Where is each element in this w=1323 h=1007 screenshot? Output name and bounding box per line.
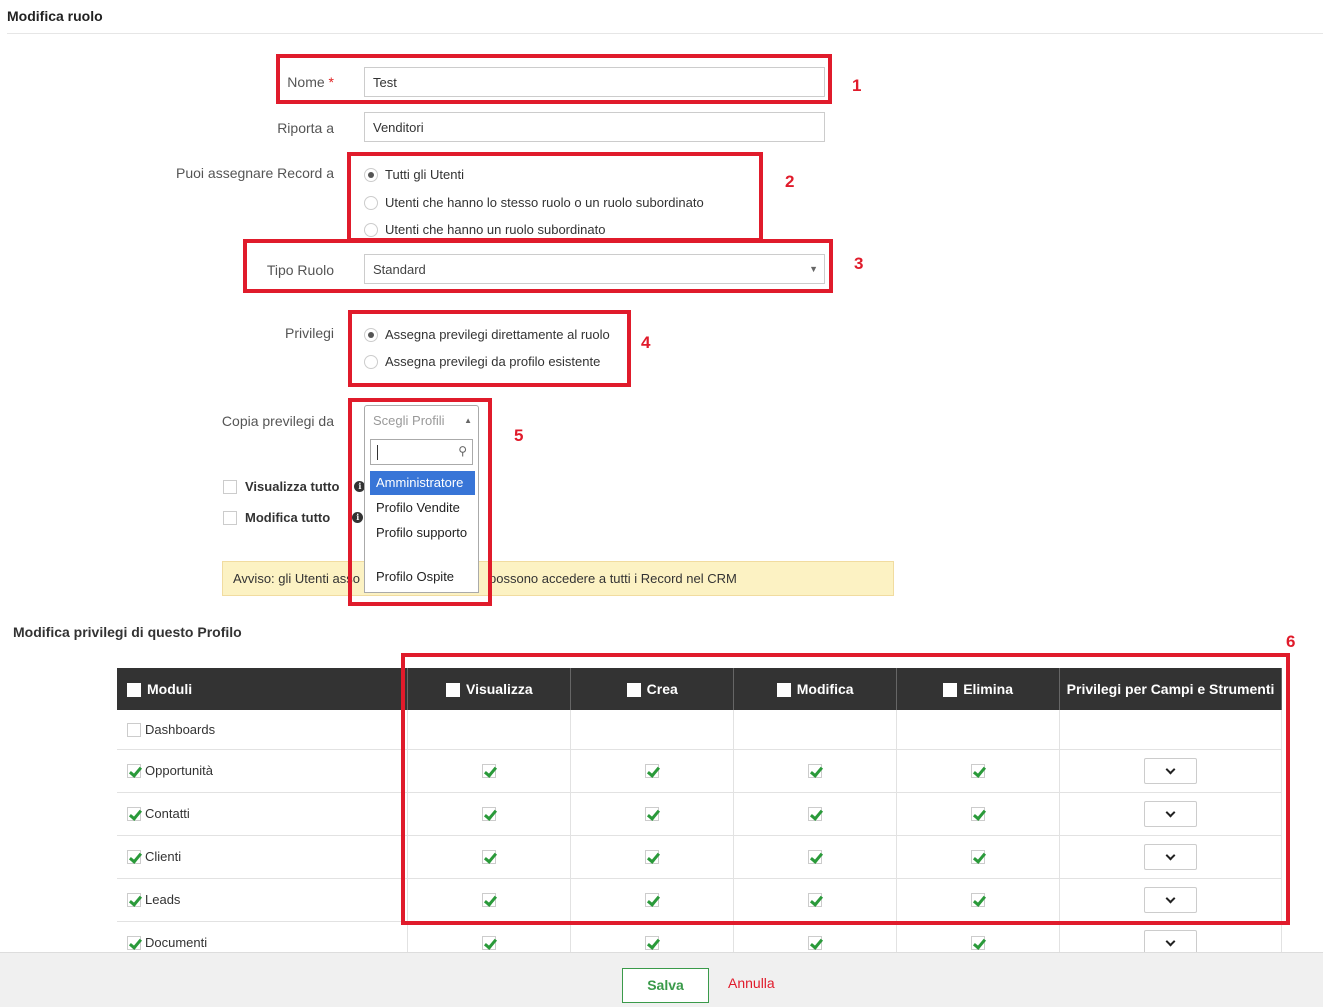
- module-name: Dashboards: [145, 722, 216, 738]
- reports-to-label: Riporta a: [277, 120, 334, 136]
- module-cell: Clienti: [117, 835, 409, 879]
- module-cell: Contatti: [117, 792, 409, 836]
- module-checkbox[interactable]: [127, 936, 141, 951]
- cancel-link[interactable]: Annulla: [728, 975, 775, 991]
- col-header-modules: Moduli: [117, 668, 409, 710]
- edit-checkbox[interactable]: [808, 936, 823, 951]
- view-all-checkbox[interactable]: [223, 479, 237, 494]
- page-title: Modifica ruolo: [7, 8, 103, 24]
- edit-all-row: Modifica tutto i: [223, 510, 364, 525]
- module-name: Documenti: [145, 935, 208, 951]
- callout-4: 4: [641, 333, 651, 352]
- module-checkbox[interactable]: [127, 893, 141, 908]
- module-checkbox[interactable]: [127, 722, 141, 737]
- callout-5: 5: [514, 426, 524, 445]
- annotation-box-1: [276, 54, 832, 104]
- profile-section-title: Modifica privilegi di questo Profilo: [13, 624, 242, 640]
- annotation-box-4: [348, 310, 631, 387]
- callout-6: 6: [1286, 632, 1296, 651]
- callout-3: 3: [854, 254, 864, 273]
- edit-all-checkbox[interactable]: [223, 510, 237, 525]
- callout-1: 1: [852, 76, 862, 95]
- module-name: Leads: [145, 892, 181, 908]
- annotation-box-6: [401, 653, 1290, 925]
- assign-records-label: Puoi assegnare Record a: [176, 165, 334, 181]
- delete-checkbox[interactable]: [971, 936, 986, 951]
- warning-text: Avviso: gli Utenti asso: [233, 571, 360, 586]
- module-cell: Leads: [117, 878, 409, 922]
- reports-to-input[interactable]: Venditori: [364, 112, 825, 142]
- annotation-box-3: [243, 239, 833, 293]
- module-cell: Dashboards: [117, 710, 409, 750]
- warning-alert: Avviso: gli Utenti asso possono accedere…: [222, 561, 894, 596]
- view-all-row: Visualizza tutto i: [223, 479, 366, 494]
- module-checkbox[interactable]: [127, 807, 141, 822]
- module-checkbox[interactable]: [127, 850, 141, 865]
- annotation-box-5: [348, 398, 492, 606]
- module-checkbox[interactable]: [127, 764, 141, 779]
- edit-all-label: Modifica tutto: [245, 510, 331, 525]
- callout-2: 2: [785, 172, 795, 191]
- module-name: Opportunità: [145, 763, 213, 779]
- annotation-box-2: [347, 152, 763, 242]
- save-button[interactable]: Salva: [622, 968, 709, 1003]
- warning-text-tail: possono accedere a tutti i Record nel CR…: [489, 571, 737, 586]
- title-divider: [7, 33, 1323, 34]
- module-name: Clienti: [145, 849, 182, 865]
- footer-bar: Salva Annulla: [0, 952, 1323, 1007]
- module-cell: Opportunità: [117, 749, 409, 793]
- view-checkbox[interactable]: [482, 936, 497, 951]
- privileges-label: Privilegi: [284, 325, 334, 341]
- select-all-modules-checkbox[interactable]: [127, 683, 141, 698]
- module-name: Contatti: [145, 806, 190, 822]
- view-all-label: Visualizza tutto: [245, 479, 340, 494]
- copy-from-label: Copia previlegi da: [221, 413, 334, 429]
- create-checkbox[interactable]: [645, 936, 660, 951]
